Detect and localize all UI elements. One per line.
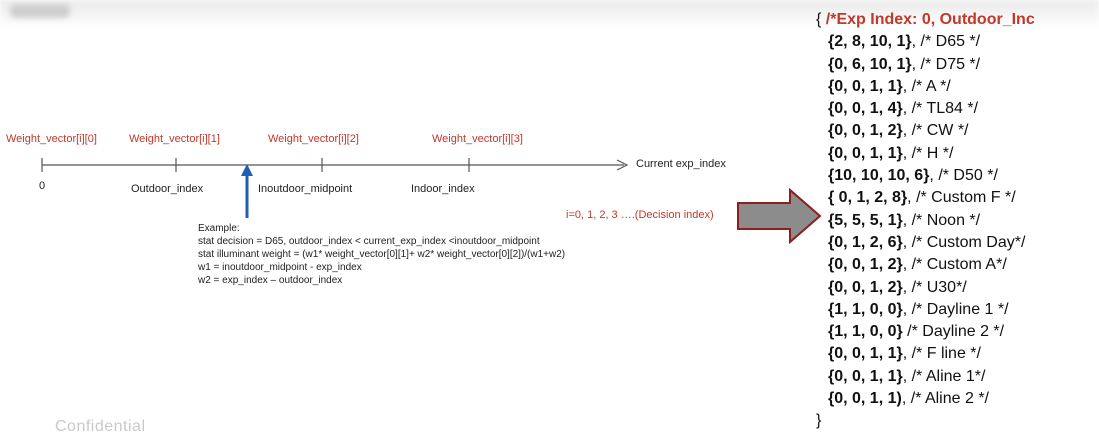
code-entry-comment: , /* D50 */ xyxy=(929,167,998,185)
code-entry-comment: , /* U30*/ xyxy=(902,278,967,296)
code-entry-values: {1, 1, 0, 0} xyxy=(828,300,903,318)
code-entry-values: {10, 10, 10, 6} xyxy=(828,167,930,185)
code-entry-comment: , /* A */ xyxy=(902,77,951,95)
code-entry-comment: , /* F line */ xyxy=(902,345,981,363)
code-entry-comment: , /* Noon */ xyxy=(902,211,981,229)
current-exp-index-pointer-head xyxy=(241,164,253,176)
tick-label-indoor-index: Indoor_index xyxy=(411,183,475,195)
code-entry-values: {0, 0, 1, 1} xyxy=(828,77,903,95)
code-entry-values: {0, 0, 1, 1) xyxy=(828,390,902,408)
code-entry: {5, 5, 5, 1}, /* Noon */ xyxy=(808,210,1099,232)
example-line-1: stat decision = D65, outdoor_index < cur… xyxy=(198,236,540,247)
code-entry: {0, 0, 1, 1}, /* Aline 1*/ xyxy=(808,366,1099,388)
code-entry-values: {0, 0, 1, 2} xyxy=(828,256,903,274)
code-entry-comment: , /* Aline 2 */ xyxy=(901,390,989,408)
code-entry-comment: , /* D75 */ xyxy=(911,55,981,73)
code-entry: {0, 6, 10, 1}, /* D75 */ xyxy=(808,54,1099,76)
code-entry-values: {0, 1, 2, 6} xyxy=(828,233,903,251)
code-entry-values: {2, 8, 10, 1} xyxy=(828,33,912,51)
code-entry: {0, 0, 1, 1), /* Aline 2 */ xyxy=(808,388,1099,410)
code-entry-comment: , /* Custom F */ xyxy=(907,189,1016,207)
code-entry: {1, 1, 0, 0}, /* Dayline 1 */ xyxy=(808,299,1099,321)
code-entry-values: {0, 0, 1, 1} xyxy=(828,345,903,363)
code-entry-comment: , /* H */ xyxy=(902,144,954,162)
code-entry-comment: , /* Custom A*/ xyxy=(902,256,1007,274)
code-entry-values: {1, 1, 0, 0} xyxy=(828,323,903,341)
code-entry: {0, 0, 1, 2}, /* Custom A*/ xyxy=(808,254,1099,276)
tick-label-zero: 0 xyxy=(39,180,46,192)
code-entry: {0, 0, 1, 2}, /* U30*/ xyxy=(808,277,1099,299)
example-block: Example: stat decision = D65, outdoor_in… xyxy=(198,222,565,287)
tick-label-inoutdoor-midpoint: Inoutdoor_midpoint xyxy=(258,183,353,195)
code-entry: {1, 1, 0, 0} /* Dayline 2 */ xyxy=(808,321,1099,343)
confidential-watermark: Confidential xyxy=(55,418,146,435)
code-entry-values: {0, 0, 1, 2} xyxy=(828,122,903,140)
code-entry-comment: /* Dayline 2 */ xyxy=(902,323,1005,341)
code-entry-values: {0, 0, 1, 2} xyxy=(828,278,903,296)
decision-index-label: i=0, 1, 2, 3 ….(Decision index) xyxy=(566,209,714,221)
code-entry: {0, 0, 1, 1}, /* H */ xyxy=(808,143,1099,165)
code-entry-comment: , /* CW */ xyxy=(902,122,969,140)
weight-vector-code-listing: { /*Exp Index: 0, Outdoor_Inc {2, 8, 10,… xyxy=(808,9,1099,433)
code-open-brace: { xyxy=(816,11,826,28)
code-entry-values: {0, 0, 1, 1} xyxy=(828,144,903,162)
code-header-line: { /*Exp Index: 0, Outdoor_Inc xyxy=(808,9,1099,31)
code-entry: {0, 0, 1, 4}, /* TL84 */ xyxy=(808,98,1099,120)
code-entry-comment: , /* Aline 1*/ xyxy=(902,367,986,385)
tick-label-outdoor-index: Outdoor_index xyxy=(131,183,204,195)
code-entry: {0, 0, 1, 1}, /* A */ xyxy=(808,76,1099,98)
code-entry-values: { 0, 1, 2, 8} xyxy=(828,189,908,207)
code-close-brace: } xyxy=(816,412,822,430)
code-entry-comment: , /* Dayline 1 */ xyxy=(902,300,1009,318)
example-line-4: w2 = exp_index – outdoor_index xyxy=(198,275,343,286)
code-entry: { 0, 1, 2, 8}, /* Custom F */ xyxy=(808,187,1099,209)
example-title: Example: xyxy=(198,223,240,234)
example-line-3: w1 = inoutdoor_midpoint - exp_index xyxy=(198,262,362,273)
code-header-comment: /*Exp Index: 0, Outdoor_Inc xyxy=(825,11,1035,28)
code-entry-values: {0, 6, 10, 1} xyxy=(828,55,912,73)
code-entry-comment: , /* TL84 */ xyxy=(902,100,979,118)
axis-end-label: Current exp_index xyxy=(636,158,726,170)
code-entry: {0, 0, 1, 1}, /* F line */ xyxy=(808,343,1099,365)
code-entry: {0, 0, 1, 2}, /* CW */ xyxy=(808,120,1099,142)
code-entry-comment: , /* Custom Day*/ xyxy=(902,233,1026,251)
code-entry-comment: , /* D65 */ xyxy=(911,33,981,51)
code-entry-values: {5, 5, 5, 1} xyxy=(828,211,903,229)
code-entry: {0, 1, 2, 6}, /* Custom Day*/ xyxy=(808,232,1099,254)
example-line-2: stat illuminant weight = (w1* weight_vec… xyxy=(198,249,566,260)
code-entry-values: {0, 0, 1, 4} xyxy=(828,100,903,118)
code-entry: {2, 8, 10, 1}, /* D65 */ xyxy=(808,31,1099,53)
code-entry-values: {0, 0, 1, 1} xyxy=(828,367,903,385)
code-entry: {10, 10, 10, 6}, /* D50 */ xyxy=(808,165,1099,187)
